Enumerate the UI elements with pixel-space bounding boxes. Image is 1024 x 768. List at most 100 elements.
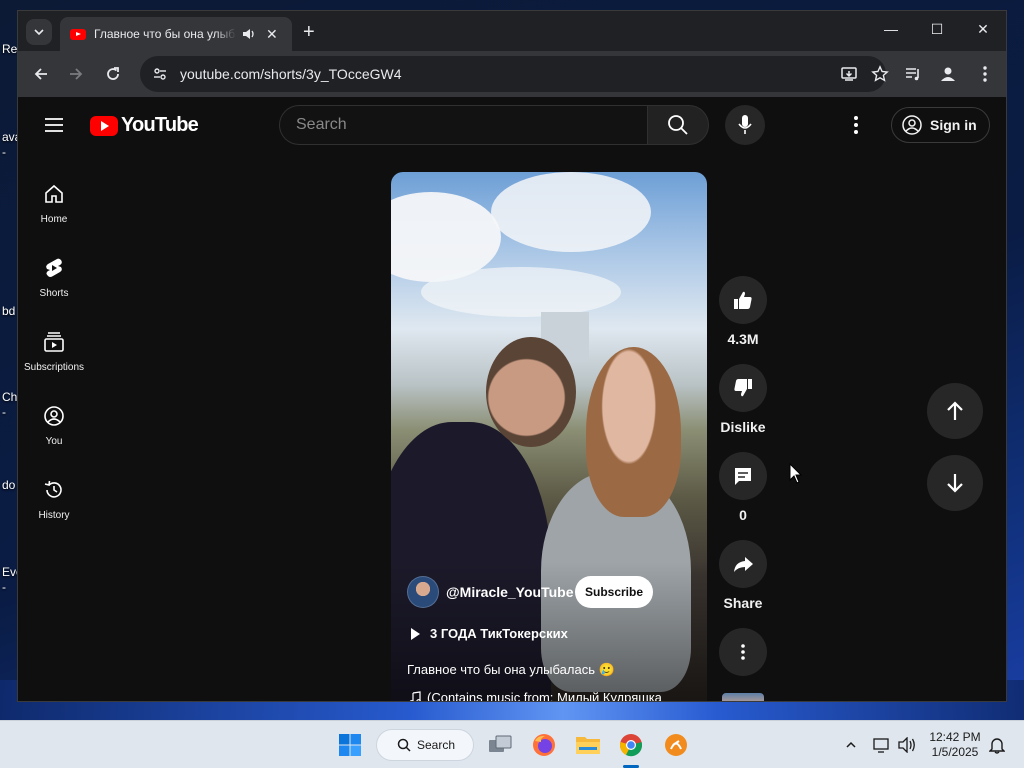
comments-button-circle[interactable]: [719, 452, 767, 500]
arrow-up-icon: [947, 401, 963, 420]
sidebar-item-shorts[interactable]: Shorts: [18, 257, 90, 299]
bell-icon: [989, 738, 1005, 754]
video-scene: [491, 172, 651, 252]
chrome-menu-button[interactable]: [974, 63, 996, 85]
search-button[interactable]: [647, 105, 709, 145]
playlist-link[interactable]: 3 ГОДА ТикТокерских: [411, 626, 568, 641]
file-explorer-button[interactable]: [574, 731, 602, 759]
sidebar-item-history[interactable]: History: [18, 479, 90, 521]
browser-tab[interactable]: Главное что бы она улыбалась ✕: [60, 17, 292, 51]
guide-menu-button[interactable]: [44, 117, 64, 138]
youtube-logo[interactable]: YouTube: [90, 114, 199, 137]
taskbar-search-label: Search: [417, 738, 456, 752]
site-info-icon[interactable]: [152, 66, 168, 82]
shorts-icon: [46, 258, 62, 277]
playlist-title: 3 ГОДА ТикТокерских: [430, 626, 568, 641]
profile-button[interactable]: [937, 63, 959, 85]
volume-icon: [898, 737, 915, 753]
taskbar-clock[interactable]: 12:42 PM 1/5/2025: [918, 730, 992, 760]
share-button-circle[interactable]: [719, 540, 767, 588]
forward-button[interactable]: [65, 63, 87, 85]
reload-icon: [107, 67, 119, 80]
network-button[interactable]: [868, 731, 896, 759]
start-button[interactable]: [336, 731, 364, 759]
maximize-button[interactable]: ☐: [927, 21, 947, 38]
comments-button[interactable]: 0: [719, 452, 767, 523]
url-text[interactable]: youtube.com/shorts/3y_TOcceGW4: [180, 66, 402, 82]
next-short-button[interactable]: [927, 455, 983, 511]
channel-avatar[interactable]: [407, 576, 439, 608]
search-icon: [397, 738, 411, 752]
thumb-up-icon: [734, 291, 752, 309]
speaker-icon[interactable]: [242, 27, 256, 41]
media-controls-button[interactable]: [902, 63, 924, 85]
share-button[interactable]: Share: [719, 540, 767, 611]
clock-time: 12:42 PM: [929, 730, 981, 744]
sign-in-button[interactable]: Sign in: [891, 107, 990, 143]
hamburger-icon: [45, 118, 63, 132]
notifications-button[interactable]: [983, 731, 1011, 759]
dislike-label: Dislike: [720, 419, 766, 435]
music-info[interactable]: (Contains music from: Милый Кудряшка: [409, 690, 662, 701]
youtube-logo-text: YouTube: [121, 114, 199, 136]
more-actions-button[interactable]: [719, 628, 767, 676]
short-video-player[interactable]: @Miracle_YouTube Subscribe 3 ГОДА ТикТок…: [391, 172, 707, 701]
desktop-icon-label[interactable]: Ch: [2, 390, 17, 404]
sidebar-item-label: Subscriptions: [23, 362, 85, 373]
task-view-button[interactable]: [486, 731, 514, 759]
microphone-icon: [738, 115, 752, 134]
dislike-button-circle[interactable]: [719, 364, 767, 412]
chrome-icon: [620, 734, 642, 757]
volume-button[interactable]: [893, 731, 921, 759]
sidebar-item-you[interactable]: You: [18, 405, 90, 447]
tab-search-button[interactable]: [26, 19, 52, 45]
sign-in-label: Sign in: [930, 117, 977, 133]
minimize-button[interactable]: —: [881, 21, 901, 37]
firefox-icon: [533, 734, 555, 756]
audio-thumbnail[interactable]: [722, 693, 764, 701]
sidebar-item-home[interactable]: Home: [18, 183, 90, 225]
task-view-icon: [489, 735, 512, 752]
chevron-down-icon: [34, 29, 44, 36]
kebab-menu-icon: [983, 66, 987, 82]
comment-count: 0: [739, 507, 747, 523]
windows-taskbar: Search 12:42 PM 1/5/2025: [0, 720, 1024, 768]
chrome-taskbar-button[interactable]: [617, 731, 645, 759]
app-button[interactable]: [662, 731, 690, 759]
subscribe-button[interactable]: Subscribe: [575, 576, 653, 608]
desktop-icon-label[interactable]: Re: [2, 42, 17, 56]
desktop-icon-label: -: [2, 580, 6, 594]
settings-menu-button[interactable]: [853, 115, 859, 140]
voice-search-button[interactable]: [725, 105, 765, 145]
taskbar-search[interactable]: Search: [376, 729, 474, 761]
windows-start-icon: [339, 734, 361, 756]
like-button[interactable]: 4.3M: [719, 276, 767, 347]
tab-close-icon[interactable]: ✕: [266, 26, 278, 43]
arrow-down-icon: [947, 474, 963, 493]
browser-toolbar: youtube.com/shorts/3y_TOcceGW4: [18, 51, 1006, 97]
more-actions-circle[interactable]: [719, 628, 767, 676]
desktop-icon-label[interactable]: bd: [2, 304, 15, 318]
thumb-down-icon: [734, 379, 752, 397]
channel-name[interactable]: @Miracle_YouTube: [446, 584, 574, 600]
queue-music-icon: [906, 68, 919, 81]
bookmark-star-icon[interactable]: [871, 65, 889, 83]
like-button-circle[interactable]: [719, 276, 767, 324]
comment-icon: [735, 468, 751, 485]
back-button[interactable]: [30, 63, 52, 85]
hidden-icons-button[interactable]: [837, 731, 865, 759]
desktop-icon-label[interactable]: do: [2, 478, 15, 492]
firefox-button[interactable]: [530, 731, 558, 759]
sidebar-item-subscriptions[interactable]: Subscriptions: [18, 331, 90, 373]
tab-title: Главное что бы она улыбалась: [94, 27, 236, 41]
search-input[interactable]: [279, 105, 647, 145]
previous-short-button[interactable]: [927, 383, 983, 439]
install-app-icon[interactable]: [840, 65, 858, 83]
reload-button[interactable]: [102, 63, 124, 85]
sidebar-item-label: Shorts: [39, 288, 69, 299]
address-bar[interactable]: youtube.com/shorts/3y_TOcceGW4: [140, 56, 889, 92]
close-window-button[interactable]: ✕: [973, 21, 993, 38]
dislike-button[interactable]: Dislike: [719, 364, 767, 435]
new-tab-button[interactable]: +: [303, 21, 315, 44]
subscriptions-icon: [44, 332, 64, 352]
